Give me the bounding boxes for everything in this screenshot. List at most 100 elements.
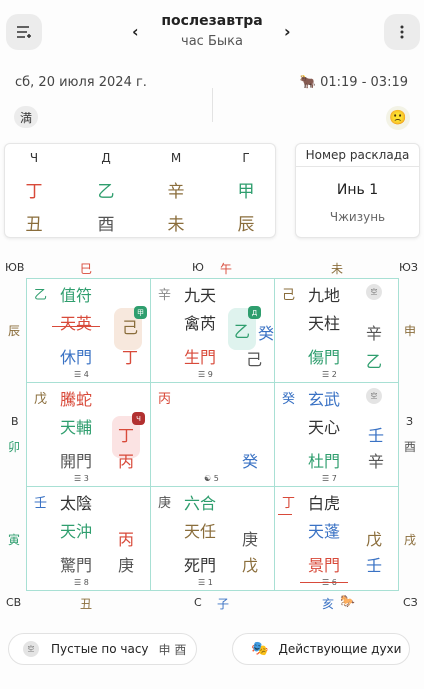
- trigram-num: 2: [331, 370, 337, 379]
- date-label: сб, 20 июля 2024 г.: [15, 75, 147, 90]
- palace-earth-stem: 丙: [158, 392, 172, 407]
- palace-spirit: 玄武: [308, 390, 341, 409]
- edge-branch-bottom: 亥: [322, 597, 335, 611]
- pillar-stem: 辛: [167, 182, 185, 202]
- pillar-header: М: [170, 151, 182, 165]
- palace-earth-stem: 戊: [34, 392, 48, 407]
- full-chip[interactable]: 満: [14, 106, 38, 128]
- layout-sub: Чжизунь: [329, 210, 386, 224]
- palace-heaven-stem: 辛: [368, 452, 385, 471]
- palace-star: 天沖: [60, 522, 93, 541]
- palace-heaven-stem: 庚: [118, 556, 135, 575]
- layout-title: Номер расклада: [305, 148, 410, 162]
- spirits-icon: 🎭: [251, 641, 269, 657]
- palace-door: 生門: [184, 348, 217, 367]
- palace-door: 杜門: [308, 452, 341, 471]
- trigram-number: ☰ 2: [322, 370, 337, 379]
- pillar-stem: 丁: [25, 182, 43, 202]
- pillar-branch: 辰: [237, 215, 255, 235]
- active-spirits-button[interactable]: 🎭 Действующие духи: [232, 633, 410, 665]
- palace-door: 開門: [60, 452, 93, 471]
- trigram-number: ☯ 5: [204, 474, 219, 483]
- pillar-branch: 未: [167, 215, 185, 235]
- edge-branch-right: 酉: [404, 440, 417, 454]
- pillar-stem: 乙: [97, 182, 115, 202]
- edge-branch-bottom: 丑: [80, 597, 93, 611]
- void-icon: 空: [366, 284, 382, 300]
- void-by-hour-label: Пустые по часу: [51, 642, 149, 656]
- palace-star: 天蓬: [308, 522, 341, 541]
- palace-badge: Ч: [132, 412, 145, 425]
- layout-divider: [295, 166, 420, 167]
- palace-heaven-stem: 己: [246, 350, 263, 369]
- trigram-number: ☰ 3: [74, 474, 89, 483]
- palace-door: 死門: [184, 556, 217, 575]
- palace-heaven-stem: 戊: [242, 556, 259, 575]
- palace-spirit: 九天: [184, 286, 217, 305]
- palace-spirit: 騰蛇: [60, 390, 93, 409]
- palace-heaven-stem: 辛: [366, 324, 383, 343]
- palace-door: 休門: [60, 348, 93, 367]
- layout-value: Инь 1: [336, 182, 379, 198]
- trigram-number: ☰ 7: [322, 474, 337, 483]
- palace-earth-stem: 癸: [282, 392, 296, 407]
- void-icon: 空: [23, 641, 39, 657]
- palace-heaven-stem: 壬: [366, 556, 383, 575]
- pillar-stem: 甲: [237, 182, 255, 202]
- void-by-hour-button[interactable]: 空 Пустые по часу 申 酉: [8, 633, 197, 665]
- palace-heaven-stem: 戊: [366, 530, 383, 549]
- trigram-num: 8: [83, 578, 89, 587]
- time-range-label: 01:19 - 03:19: [320, 75, 408, 90]
- palace-star: 天柱: [308, 314, 341, 333]
- horse-icon: 🐎: [340, 594, 355, 608]
- palace-heaven-stem: 庚: [242, 530, 259, 549]
- palace-heaven-stem: 癸: [242, 452, 259, 471]
- palace-spirit: 白虎: [308, 494, 341, 513]
- palace-heaven-stem: 癸: [258, 324, 275, 343]
- corner-ne: СВ: [6, 596, 22, 609]
- pillar-branch: 酉: [97, 215, 115, 235]
- palace-badge: Д: [248, 306, 261, 319]
- trigram-icon: ☰: [198, 578, 208, 587]
- yin-yang-icon: ☯: [204, 474, 214, 483]
- palace-spirit: 太陰: [60, 494, 93, 513]
- palace-heaven-stem: 丁: [118, 426, 135, 445]
- divider: [212, 88, 213, 122]
- trigram-icon: ☰: [198, 370, 208, 379]
- spirits-label: Действующие духи: [278, 642, 402, 656]
- more-button[interactable]: [384, 14, 420, 50]
- palace-star: 天任: [184, 522, 217, 541]
- trigram-num: 7: [331, 474, 337, 483]
- edge-branch-right: 戌: [404, 533, 417, 547]
- palace-heaven-stem: 丙: [118, 530, 135, 549]
- page-title: послезавтра: [161, 13, 263, 29]
- trigram-icon: ☰: [322, 370, 332, 379]
- trigram-num: 5: [213, 474, 219, 483]
- trigram-num: 4: [83, 370, 89, 379]
- edge-branch-left: 辰: [8, 324, 21, 338]
- trigram-num: 9: [207, 370, 213, 379]
- palace-star: 天英: [60, 314, 93, 333]
- edge-branch-top: 午: [220, 262, 233, 276]
- underline: [300, 582, 348, 583]
- corner-se: ЮВ: [5, 261, 25, 274]
- trigram-num: 3: [83, 474, 89, 483]
- pillar-header: Г: [242, 151, 250, 165]
- palace-spirit: 六合: [184, 494, 217, 513]
- palace-heaven-stem: 乙: [366, 352, 383, 371]
- palace-heaven-stem: 乙: [234, 322, 251, 341]
- palace-star: 天輔: [60, 418, 93, 437]
- edge-east: В: [11, 415, 19, 428]
- next-day-button[interactable]: ›: [284, 22, 291, 41]
- mood-icon[interactable]: 🙁: [386, 106, 410, 130]
- void-icon: 空: [366, 388, 382, 404]
- palace-star: 禽芮: [184, 314, 217, 333]
- corner-n: С: [194, 596, 202, 609]
- palace-heaven-stem: 壬: [368, 426, 385, 445]
- more-vertical-icon: [400, 25, 404, 39]
- trigram-number: ☰ 1: [198, 578, 213, 587]
- trigram-number: ☰ 8: [74, 578, 89, 587]
- edge-branch-left: 卯: [8, 440, 21, 454]
- palace-door: 景門: [308, 556, 341, 575]
- page-subtitle: час Быка: [181, 34, 243, 49]
